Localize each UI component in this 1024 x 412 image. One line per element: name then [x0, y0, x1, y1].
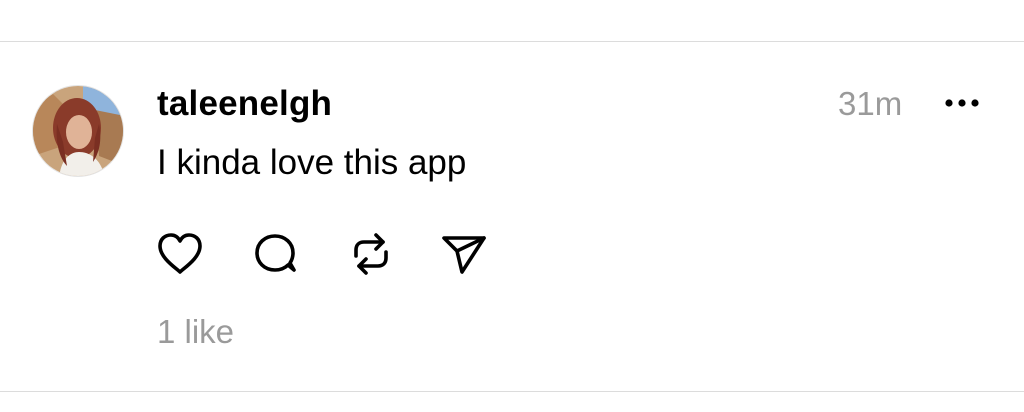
- more-horizontal-icon: [945, 99, 979, 107]
- avatar-photo: [33, 86, 123, 176]
- post-text: I kinda love this app: [157, 143, 467, 182]
- likes-count[interactable]: 1 like: [157, 310, 234, 354]
- bottom-divider: [0, 391, 1024, 392]
- repost-arrows-icon: [354, 233, 388, 275]
- send-paper-plane-icon: [442, 236, 486, 274]
- comment-bubble-icon: [255, 234, 296, 272]
- like-button[interactable]: [154, 230, 206, 278]
- avatar[interactable]: [32, 85, 124, 177]
- share-button[interactable]: [438, 230, 490, 278]
- username[interactable]: taleenelgh: [157, 82, 332, 126]
- more-options-button[interactable]: [942, 88, 982, 118]
- top-divider: [0, 41, 1024, 42]
- repost-button[interactable]: [345, 230, 397, 278]
- timestamp: 31m: [838, 85, 903, 122]
- reply-button[interactable]: [250, 230, 302, 278]
- heart-icon: [158, 233, 202, 274]
